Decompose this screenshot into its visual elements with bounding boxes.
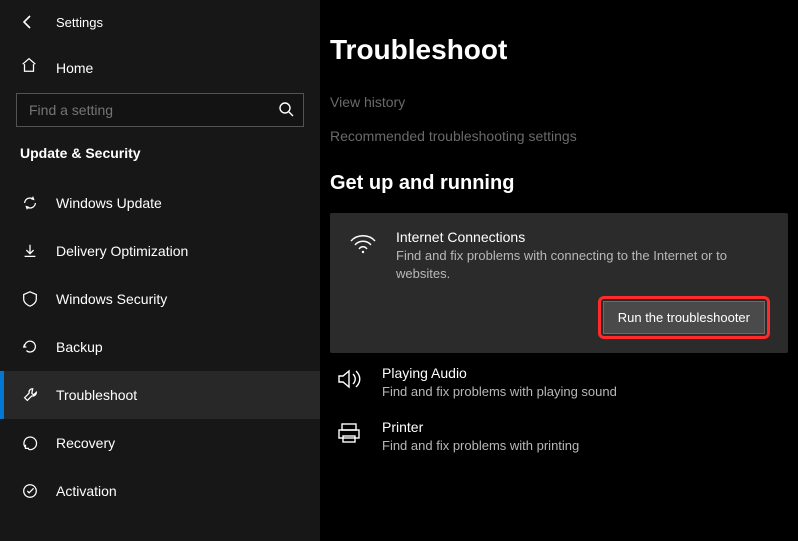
- troubleshooter-item-audio[interactable]: Playing Audio Find and fix problems with…: [330, 353, 788, 407]
- sidebar-item-recovery[interactable]: Recovery: [0, 419, 320, 467]
- troubleshooter-title: Playing Audio: [382, 365, 784, 381]
- sidebar-item-label: Windows Update: [56, 195, 162, 211]
- download-icon: [20, 241, 40, 261]
- window-header: Settings: [0, 8, 320, 46]
- sidebar-item-label: Recovery: [56, 435, 115, 451]
- wrench-icon: [20, 385, 40, 405]
- recovery-icon: [20, 433, 40, 453]
- search-icon: [278, 101, 294, 117]
- sidebar-item-windows-update[interactable]: Windows Update: [0, 179, 320, 227]
- sidebar-category: Update & Security: [0, 145, 320, 179]
- sidebar-item-troubleshoot[interactable]: Troubleshoot: [0, 371, 320, 419]
- sidebar-item-label: Activation: [56, 483, 117, 499]
- sidebar-home[interactable]: Home: [0, 46, 320, 93]
- sidebar-item-label: Delivery Optimization: [56, 243, 188, 259]
- sidebar-item-label: Backup: [56, 339, 103, 355]
- home-icon: [20, 56, 40, 79]
- link-view-history[interactable]: View history: [330, 94, 788, 110]
- printer-icon: [334, 421, 364, 449]
- window-title: Settings: [56, 15, 103, 30]
- sync-icon: [20, 193, 40, 213]
- search-input[interactable]: [16, 93, 304, 127]
- backup-icon: [20, 337, 40, 357]
- shield-icon: [20, 289, 40, 309]
- check-circle-icon: [20, 481, 40, 501]
- speaker-icon: [334, 367, 364, 395]
- sidebar-item-label: Troubleshoot: [56, 387, 137, 403]
- highlight-box: Run the troubleshooter: [598, 296, 770, 339]
- sidebar-item-backup[interactable]: Backup: [0, 323, 320, 371]
- search-box[interactable]: [16, 93, 304, 127]
- page-title: Troubleshoot: [330, 34, 788, 66]
- troubleshooter-title: Internet Connections: [396, 229, 770, 245]
- troubleshooter-desc: Find and fix problems with printing: [382, 437, 784, 455]
- run-troubleshooter-button[interactable]: Run the troubleshooter: [603, 301, 765, 334]
- sidebar-item-label: Windows Security: [56, 291, 167, 307]
- troubleshooter-card-internet[interactable]: Internet Connections Find and fix proble…: [330, 213, 788, 353]
- sidebar-item-activation[interactable]: Activation: [0, 467, 320, 515]
- link-recommended-settings[interactable]: Recommended troubleshooting settings: [330, 128, 788, 144]
- sidebar-item-delivery-optimization[interactable]: Delivery Optimization: [0, 227, 320, 275]
- troubleshooter-desc: Find and fix problems with playing sound: [382, 383, 784, 401]
- sidebar-nav: Windows Update Delivery Optimization Win…: [0, 179, 320, 515]
- troubleshooter-desc: Find and fix problems with connecting to…: [396, 247, 770, 282]
- wifi-icon: [348, 231, 378, 259]
- settings-window: Settings Home Update & Security Windows …: [0, 0, 798, 541]
- sidebar-item-windows-security[interactable]: Windows Security: [0, 275, 320, 323]
- troubleshooter-title: Printer: [382, 419, 784, 435]
- troubleshooter-item-printer[interactable]: Printer Find and fix problems with print…: [330, 407, 788, 461]
- back-icon[interactable]: [20, 14, 36, 30]
- section-title: Get up and running: [330, 172, 788, 195]
- sidebar: Settings Home Update & Security Windows …: [0, 0, 320, 541]
- home-label: Home: [56, 60, 93, 76]
- main-content: Troubleshoot View history Recommended tr…: [320, 0, 798, 541]
